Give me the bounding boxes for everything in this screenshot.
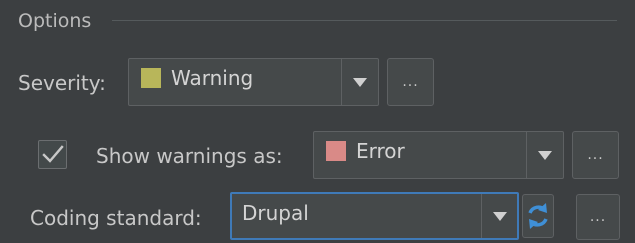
show-warnings-value: Error [356,139,405,163]
coding-standard-label: Coding standard: [30,206,202,230]
chevron-down-icon[interactable] [342,59,378,105]
refresh-coding-standards-button[interactable] [522,194,554,238]
group-separator [112,20,617,21]
checkmark-icon [41,144,64,163]
show-warnings-color-swatch [326,141,346,161]
coding-standard-combo[interactable]: Drupal [230,192,519,240]
show-warnings-more-button[interactable]: ... [572,131,619,179]
show-warnings-combo[interactable]: Error [313,131,564,179]
refresh-icon [528,203,548,229]
severity-color-swatch [141,68,161,88]
show-warnings-label: Show warnings as: [96,144,283,168]
severity-combo[interactable]: Warning [128,58,379,106]
coding-standard-value: Drupal [242,201,309,225]
show-warnings-checkbox[interactable] [38,140,67,169]
severity-value: Warning [171,66,254,90]
severity-more-button[interactable]: ... [387,58,434,106]
chevron-down-icon[interactable] [527,132,563,178]
options-group-title: Options [18,10,92,32]
coding-standard-more-button[interactable]: ... [576,194,620,240]
severity-label: Severity: [18,71,106,95]
chevron-down-icon[interactable] [482,194,517,238]
